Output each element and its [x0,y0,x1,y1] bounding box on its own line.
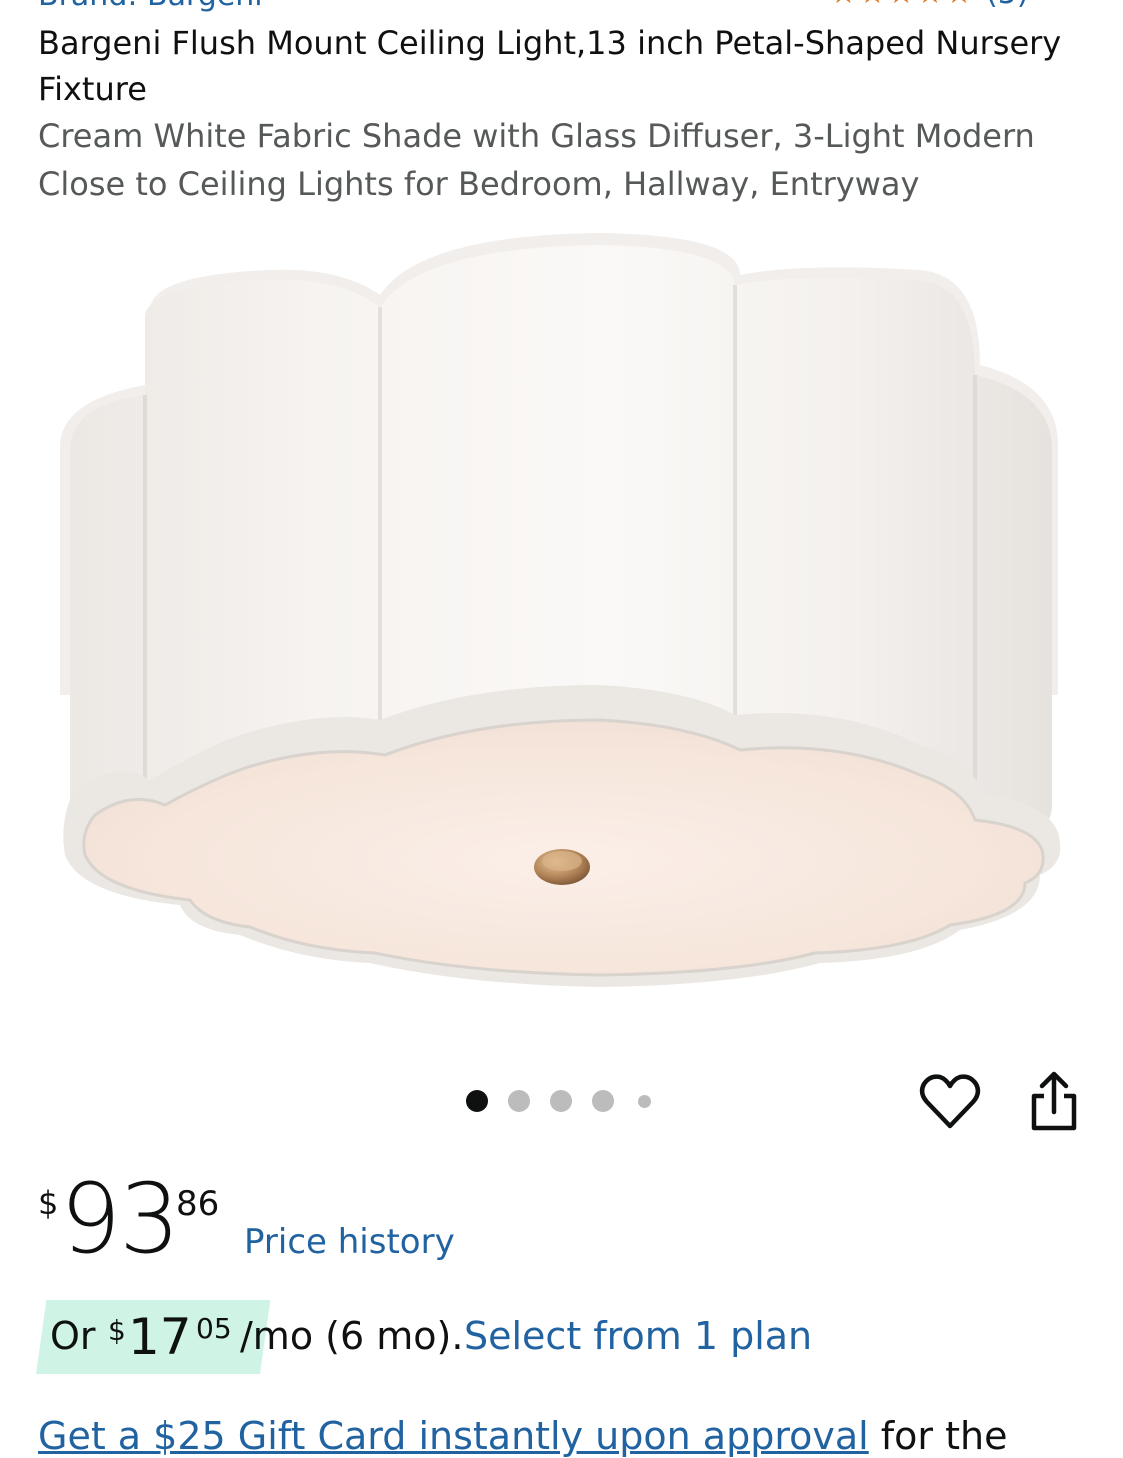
gift-card-link[interactable]: Get a $25 Gift Card instantly upon appro… [38,1414,869,1458]
carousel-dot[interactable] [638,1095,651,1108]
installment-fraction: 05 [196,1312,232,1345]
brand-link[interactable]: Brand: Bargeni [38,0,263,13]
add-to-list-button[interactable] [918,1070,982,1134]
product-subtitle: Cream White Fabric Shade with Glass Diff… [38,117,1035,203]
carousel-dot[interactable] [550,1090,572,1112]
select-plan-link[interactable]: Select from 1 plan [464,1314,812,1358]
carousel-dot[interactable] [508,1090,530,1112]
rating-count[interactable]: (5) [986,0,1029,11]
share-button[interactable] [1022,1068,1086,1134]
promo-rest: for the [868,1414,1008,1458]
product-title: Bargeni Flush Mount Ceiling Light,13 inc… [38,24,1062,108]
price-fraction: 86 [176,1184,220,1224]
brand-row: Brand: Bargeni ★★★★★ (5) [0,0,1123,13]
heart-icon [919,1074,981,1129]
price-currency: $ [38,1184,59,1222]
rating-stars[interactable]: ★★★★★ (5) [830,0,1029,11]
petal-shaped-ceiling-light-image [60,233,1061,987]
installment-whole: 17 [128,1308,192,1366]
carousel-dot[interactable] [592,1090,614,1112]
installment-currency: $ [108,1314,126,1347]
installment-prefix: Or [50,1314,96,1358]
price-whole: 93 [60,1163,180,1275]
price-history-link[interactable]: Price history [244,1222,455,1262]
share-icon [1031,1071,1077,1131]
star-icons: ★★★★★ [830,0,974,11]
product-image[interactable] [40,215,1090,1015]
installment-term: /mo (6 mo). [240,1314,464,1358]
carousel-dot[interactable] [466,1090,488,1112]
gift-card-promo: Get a $25 Gift Card instantly upon appro… [38,1414,1007,1458]
